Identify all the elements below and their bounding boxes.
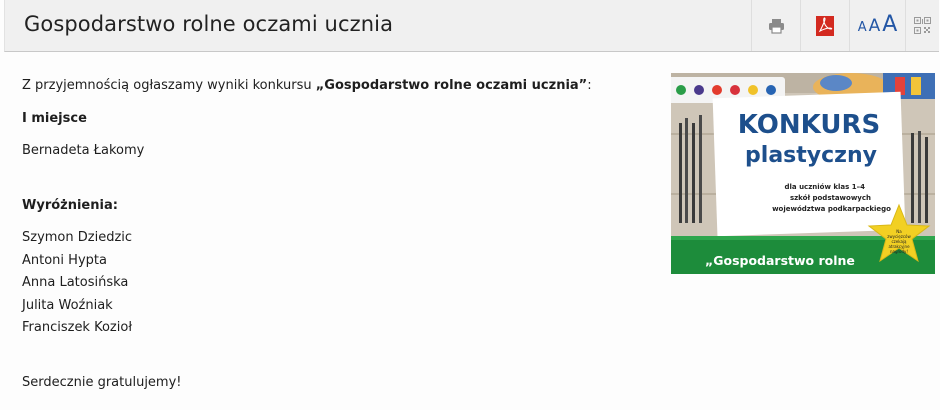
poster-banner-text: „Gospodarstwo rolne: [705, 253, 855, 268]
pdf-icon: [816, 15, 834, 36]
font-size-medium-button[interactable]: A: [869, 16, 881, 36]
font-size-small-button[interactable]: A: [858, 20, 867, 35]
poster-audience-line2: szkół podstawowych: [790, 194, 871, 202]
poster-audience-line3: województwa podkarpackiego: [772, 205, 891, 213]
page-title: Gospodarstwo rolne oczami ucznia: [24, 12, 394, 36]
font-size-controls: A A A: [849, 0, 905, 51]
honor-name: Szymon Dziedzic: [22, 230, 133, 245]
poster-title-line2: plastyczny: [745, 143, 877, 168]
honor-name: Antoni Hypta: [22, 252, 107, 268]
print-button[interactable]: [751, 0, 800, 51]
page-header: Gospodarstwo rolne oczami ucznia A A A: [4, 0, 939, 52]
poster-audience-line1: dla uczniów klas 1–4: [785, 183, 866, 191]
contest-poster-image[interactable]: KONKURS plastyczny dla uczniów klas 1–4 …: [671, 73, 935, 274]
contest-name: „Gospodarstwo rolne oczami ucznia”: [315, 78, 588, 93]
honor-name: Franciszek Kozioł: [22, 320, 133, 335]
toolbar: A A A: [751, 0, 939, 51]
printer-icon: [768, 18, 784, 34]
intro-prefix: Z przyjemnością ogłaszamy wyniki konkurs…: [22, 78, 316, 93]
honor-name: Julita Woźniak: [22, 297, 113, 313]
honor-name: Anna Latosińska: [22, 275, 129, 290]
poster-title-line1: KONKURS: [738, 110, 880, 140]
first-place-winner: Bernadeta Łakomy: [22, 143, 145, 158]
pdf-button[interactable]: [800, 0, 849, 51]
intro-paragraph: Z przyjemnością ogłaszamy wyniki konkurs…: [22, 75, 642, 98]
qr-code-button[interactable]: [905, 0, 939, 51]
intro-suffix: :: [587, 78, 592, 93]
honors-heading: Wyróżnienia:: [22, 197, 118, 213]
qr-code-icon: [914, 17, 931, 34]
closing-text: Serdecznie gratulujemy!: [22, 374, 182, 390]
poster-graphic: KONKURS plastyczny dla uczniów klas 1–4 …: [671, 73, 935, 274]
article-body: Z przyjemnością ogłaszamy wyniki konkurs…: [22, 75, 642, 394]
star-text-5: nagrody!: [890, 249, 908, 254]
first-place-heading: I miejsce: [22, 110, 87, 126]
font-size-large-button[interactable]: A: [882, 12, 897, 37]
brushes-right: [911, 131, 928, 223]
